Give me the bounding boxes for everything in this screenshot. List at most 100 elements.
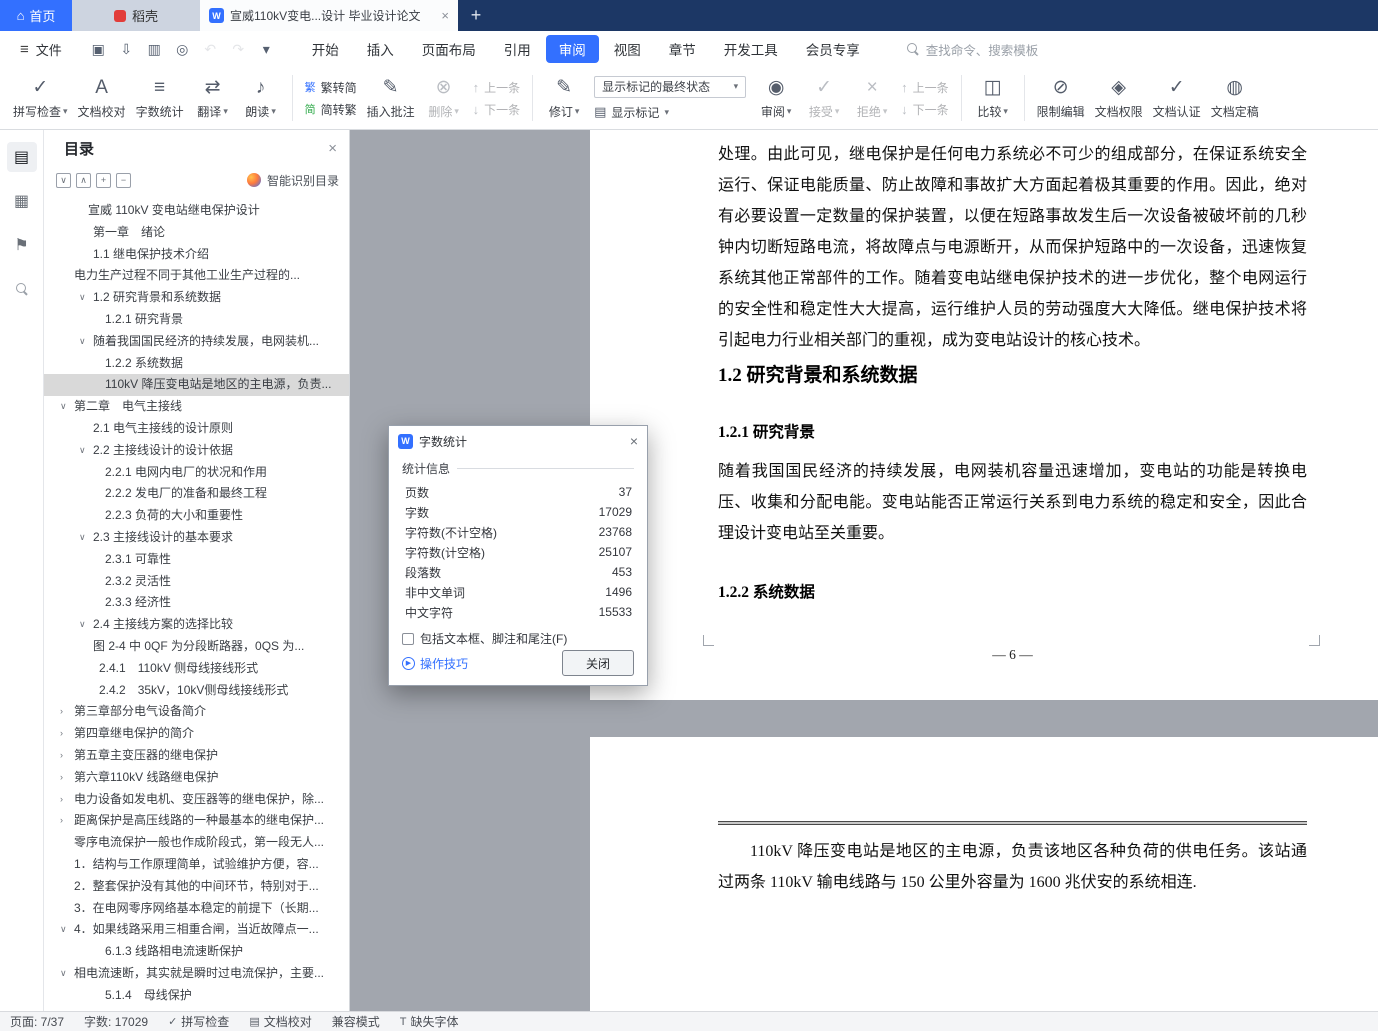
missing-font[interactable]: T 缺失字体 <box>400 1013 459 1030</box>
toc-item[interactable]: ∨ 2.3 主接线设计的基本要求 <box>44 527 349 549</box>
toc-item[interactable]: ∨ 4．如果线路采用三相重合闸，当近故障点一... <box>44 919 349 941</box>
toc-item[interactable]: › 第五章主变压器的继电保护 <box>44 745 349 767</box>
expand-all-button[interactable]: ∨ <box>56 172 71 188</box>
chevron-right-icon[interactable]: › <box>60 723 63 745</box>
undo-button[interactable]: ↶ <box>198 37 223 62</box>
chevron-down-icon[interactable]: ∨ <box>79 440 86 462</box>
accept-button[interactable]: ✓ 接受 ▾ <box>800 73 848 123</box>
chevron-down-icon[interactable]: ∨ <box>60 919 67 941</box>
toc-item[interactable]: 1.1 继电保护技术介绍 <box>44 244 349 266</box>
word-count-button[interactable]: ≡ 字数统计 <box>131 73 189 123</box>
next-button[interactable]: ↓ 下一条 <box>901 101 949 118</box>
close-dialog-icon[interactable]: × <box>630 433 638 449</box>
search-panel-button[interactable] <box>7 274 37 304</box>
chevron-right-icon[interactable]: › <box>60 701 63 723</box>
chevron-down-icon[interactable]: ∨ <box>60 963 67 985</box>
toc-item[interactable]: ∨ 2.2 主接线设计的设计依据 <box>44 440 349 462</box>
smart-recognize-toc-button[interactable]: 智能识别目录 <box>246 172 339 189</box>
chevron-right-icon[interactable]: › <box>60 810 63 832</box>
toc-item[interactable]: 2.2.3 负荷的大小和重要性 <box>44 505 349 527</box>
bookmark-panel-button[interactable]: ⚑ <box>7 230 37 260</box>
toc-item[interactable]: 6.1.3 线路相电流速断保护 <box>44 941 349 963</box>
ribbon-tab-3[interactable]: 引用 <box>491 35 544 63</box>
command-search[interactable]: 查找命令、搜索模板 <box>906 40 1038 59</box>
toc-item[interactable]: › 第三章部分电气设备简介 <box>44 701 349 723</box>
translate-button[interactable]: ⇄ 翻译 ▾ <box>189 73 237 123</box>
prev-button[interactable]: ↑ 上一条 <box>473 79 521 96</box>
toc-item[interactable]: 第一章 绪论 <box>44 222 349 244</box>
toc-item[interactable]: 5.1.4 母线保护 <box>44 985 349 1007</box>
markup-state-combobox[interactable]: 显示标记的最终状态 ▾ <box>594 75 747 98</box>
file-menu-button[interactable]: ≡ 文件 <box>10 40 72 59</box>
body-paragraph[interactable]: 110kV 降压变电站是地区的主电源，负责该地区各种负荷的供电任务。该站通过两条… <box>718 836 1307 898</box>
chevron-right-icon[interactable]: › <box>60 789 63 811</box>
proofread-status[interactable]: ▤ 文档校对 <box>249 1013 311 1030</box>
next-button[interactable]: ↓ 下一条 <box>473 101 521 118</box>
document-page-7[interactable]: 110kV 降压变电站是地区的主电源，负责该地区各种负荷的供电任务。该站通过两条… <box>590 737 1378 1011</box>
trad-simp-button[interactable]: 繁繁转简 <box>305 79 357 96</box>
simp-trad-button[interactable]: 简简转繁 <box>305 101 357 118</box>
toc-item[interactable]: 1.2.2 系统数据 <box>44 353 349 375</box>
doc-permission-button[interactable]: ◈ 文档权限 <box>1090 73 1148 123</box>
close-panel-icon[interactable]: × <box>328 140 337 157</box>
doc-certify-button[interactable]: ✓ 文档认证 <box>1148 73 1206 123</box>
close-button[interactable]: 关闭 <box>562 650 634 676</box>
restrict-edit-button[interactable]: ⊘ 限制编辑 <box>1032 73 1090 123</box>
prev-button[interactable]: ↑ 上一条 <box>901 79 949 96</box>
toc-item[interactable]: 零序电流保护一般也作成阶段式，第一段无人... <box>44 832 349 854</box>
toc-item[interactable]: › 距离保护是高压线路的一种最基本的继电保护... <box>44 810 349 832</box>
toc-item[interactable]: 2.2.2 发电厂的准备和最终工程 <box>44 483 349 505</box>
review-button[interactable]: ◉ 审阅 ▾ <box>752 73 800 123</box>
toc-item[interactable]: › 第六章110kV 线路继电保护 <box>44 767 349 789</box>
save-button[interactable]: ▣ <box>86 37 111 62</box>
toc-item[interactable]: 2.4.1 110kV 侧母线接线形式 <box>44 658 349 680</box>
read-aloud-button[interactable]: ♪ 朗读 ▾ <box>237 73 285 123</box>
toc-item[interactable]: ∨ 1.2 研究背景和系统数据 <box>44 287 349 309</box>
dialog-titlebar[interactable]: W 字数统计 × <box>389 426 647 456</box>
subsection-heading[interactable]: 1.2.1 研究背景 <box>718 420 815 442</box>
show-markup-button[interactable]: ▤ 显示标记 ▾ <box>594 104 746 121</box>
ribbon-tab-2[interactable]: 页面布局 <box>409 35 489 63</box>
checkbox-icon[interactable] <box>402 632 414 645</box>
insert-comment-button[interactable]: ✎ 插入批注 <box>362 73 420 123</box>
toc-item[interactable]: 宣威 110kV 变电站继电保护设计 <box>44 200 349 222</box>
word-count-indicator[interactable]: 字数: 17029 <box>84 1013 148 1030</box>
toc-item[interactable]: › 电力设备如发电机、变压器等的继电保护，除... <box>44 789 349 811</box>
docer-tab[interactable]: 稻壳 <box>72 0 200 31</box>
outline-panel-button[interactable]: ▤ <box>6 142 37 172</box>
ribbon-tab-8[interactable]: 会员专享 <box>793 35 873 63</box>
include-textbox-checkbox[interactable]: 包括文本框、脚注和尾注(F) <box>402 630 634 647</box>
spellcheck-button[interactable]: ✓ 拼写检查 ▾ <box>8 73 73 123</box>
revise-button[interactable]: ✎ 修订 ▾ <box>540 73 588 123</box>
home-tab[interactable]: ⌂ 首页 <box>0 0 72 31</box>
toc-item[interactable]: 2.3.2 灵活性 <box>44 571 349 593</box>
close-tab-icon[interactable]: × <box>441 8 449 23</box>
export-button[interactable]: ⇩ <box>114 37 139 62</box>
ribbon-tab-6[interactable]: 章节 <box>656 35 709 63</box>
print-button[interactable]: ▥ <box>142 37 167 62</box>
toc-item[interactable]: 1.2.1 研究背景 <box>44 309 349 331</box>
toc-item[interactable]: ∨ 随着我国国民经济的持续发展，电网装机... <box>44 331 349 353</box>
print-preview-button[interactable]: ◎ <box>170 37 195 62</box>
toc-item[interactable]: ∨ 第二章 电气主接线 <box>44 396 349 418</box>
ribbon-tab-1[interactable]: 插入 <box>354 35 407 63</box>
reject-button[interactable]: × 拒绝 ▾ <box>848 73 896 123</box>
compare-button[interactable]: ◫ 比较 ▾ <box>969 73 1017 123</box>
toc-item[interactable]: 2.1 电气主接线的设计原则 <box>44 418 349 440</box>
toc-item[interactable]: 2．整套保护没有其他的中间环节，特别对于... <box>44 876 349 898</box>
toc-item[interactable]: 110kV 降压变电站是地区的主电源，负责... <box>44 374 349 397</box>
toc-item[interactable]: 2.3.3 经济性 <box>44 592 349 614</box>
body-paragraph[interactable]: 处理。由此可见，继电保护是任何电力系统必不可少的组成部分，在保证系统安全运行、保… <box>718 139 1307 356</box>
chevron-down-icon[interactable]: ∨ <box>60 396 67 418</box>
ribbon-tab-7[interactable]: 开发工具 <box>711 35 791 63</box>
tips-link[interactable]: ▶ 操作技巧 <box>402 655 468 672</box>
more-button[interactable]: ▾ <box>254 37 279 62</box>
document-page-6[interactable]: 处理。由此可见，继电保护是任何电力系统必不可少的组成部分，在保证系统安全运行、保… <box>590 130 1378 700</box>
toc-item[interactable]: 1．结构与工作原理简单，试验维护方便，容... <box>44 854 349 876</box>
toc-item[interactable]: 图 2-4 中 0QF 为分段断路器，0QS 为... <box>44 636 349 658</box>
expand-level-button[interactable]: + <box>96 172 111 188</box>
toc-item[interactable]: 2.3.1 可靠性 <box>44 549 349 571</box>
toc-item[interactable]: ∨ 2.4 主接线方案的选择比较 <box>44 614 349 636</box>
ribbon-tab-4[interactable]: 审阅 <box>545 35 599 63</box>
collapse-all-button[interactable]: ∧ <box>76 172 91 188</box>
